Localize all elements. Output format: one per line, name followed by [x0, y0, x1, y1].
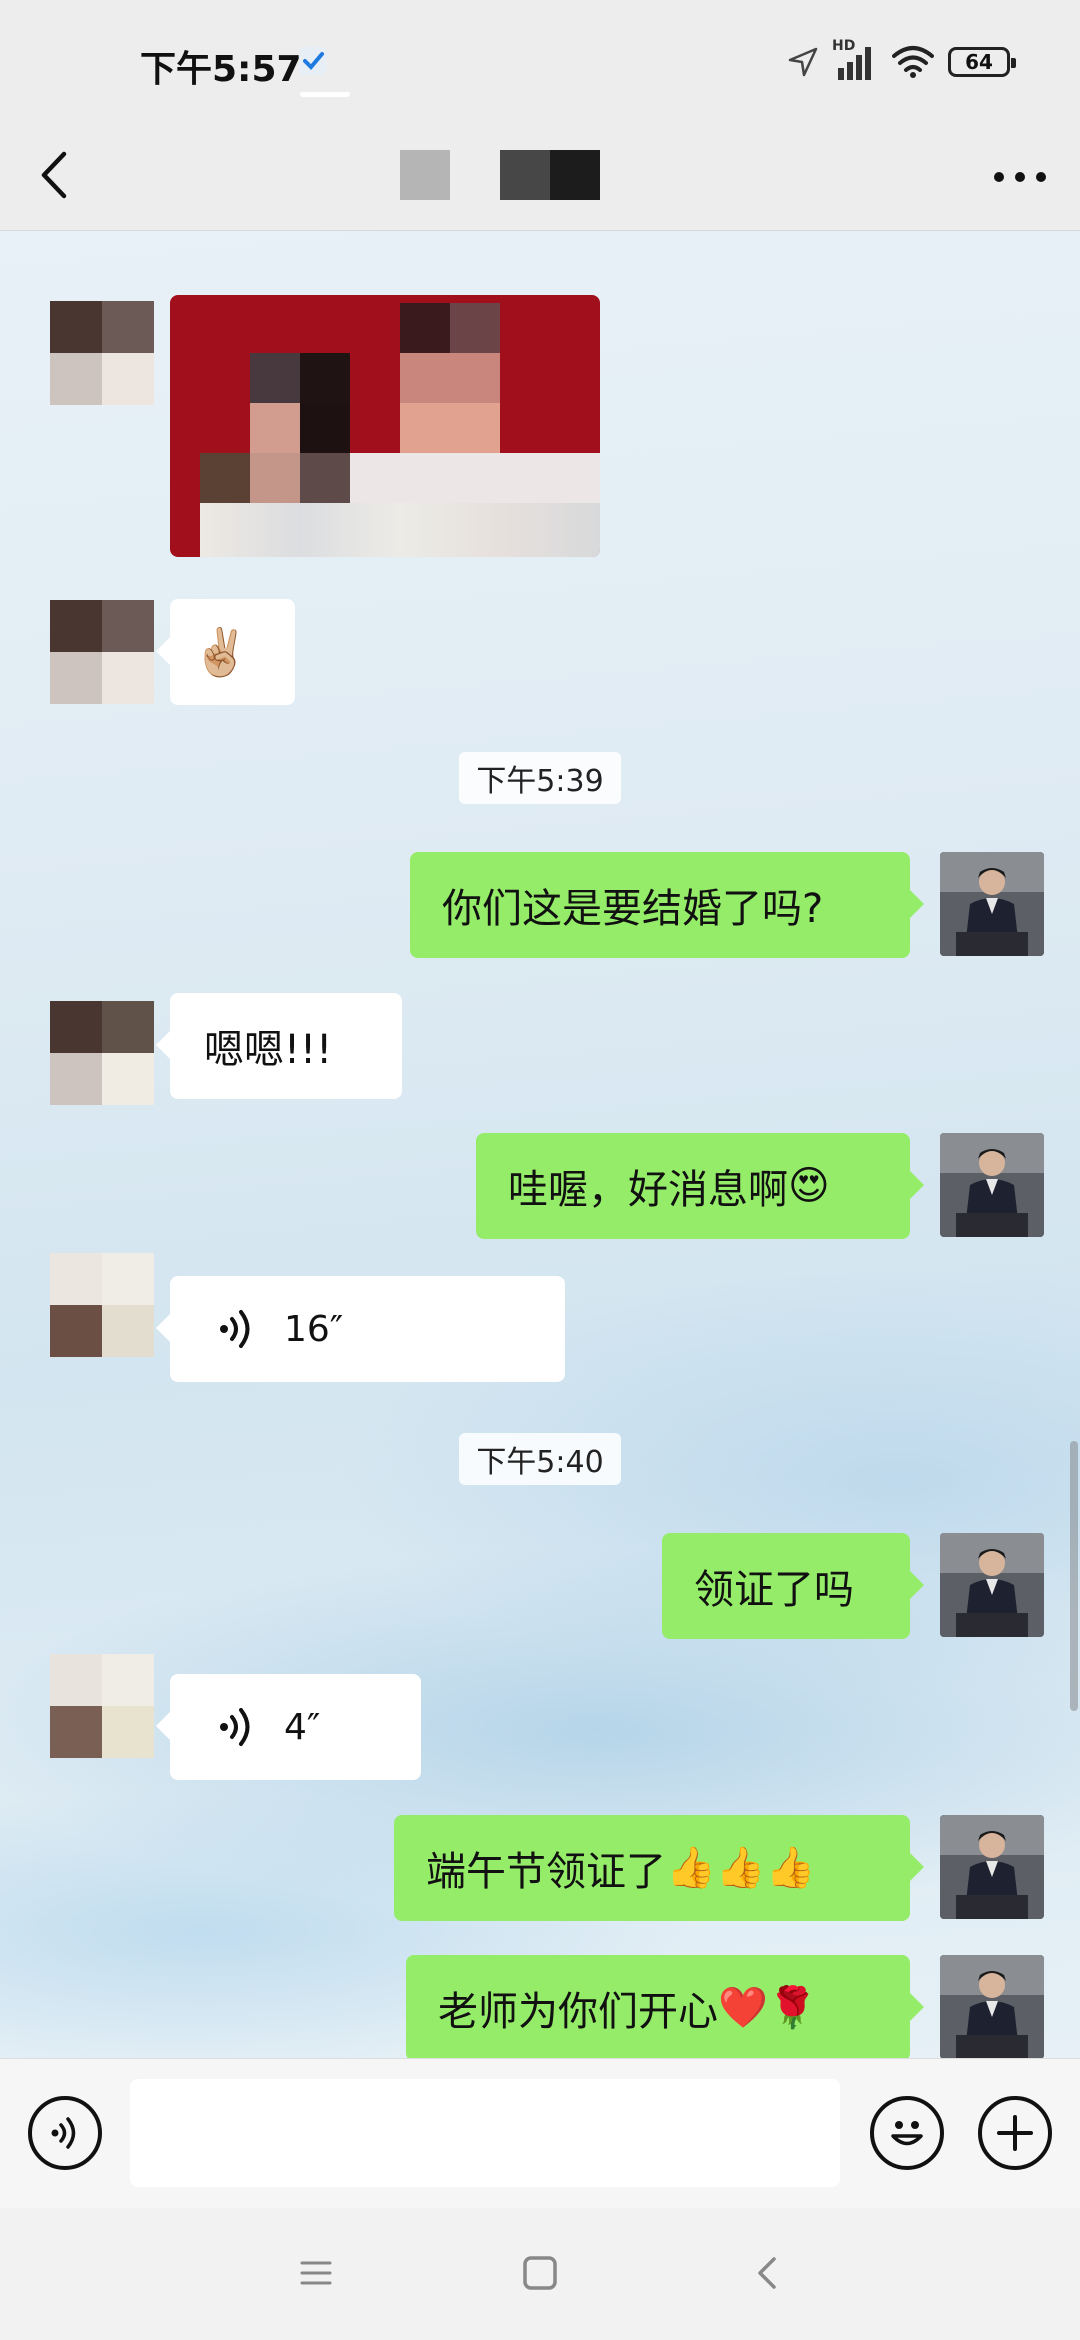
status-icons: HD 64 — [788, 38, 1016, 84]
voice-wave-icon — [220, 1708, 250, 1746]
voice-message[interactable]: 16″ — [156, 1276, 565, 1382]
status-bar: 下午5:57 HD 64 — [0, 0, 1080, 120]
contact-avatar[interactable] — [50, 301, 154, 405]
contact-avatar[interactable] — [50, 1001, 154, 1105]
sent-message[interactable]: 领证了吗 — [662, 1533, 924, 1639]
sent-message[interactable]: 老师为你们开心 ❤️🌹 — [406, 1955, 924, 2058]
home-icon — [523, 2256, 557, 2290]
emoji-text: ✌🏼 — [192, 625, 250, 679]
recent-apps-button[interactable] — [286, 2248, 346, 2298]
chat-header — [0, 120, 1080, 231]
voice-duration: 4″ — [284, 1706, 321, 1748]
plus-icon — [997, 2115, 1033, 2151]
verified-check-icon — [299, 47, 327, 75]
message-input[interactable] — [130, 2079, 840, 2187]
contact-avatar[interactable] — [50, 600, 154, 704]
menu-icon — [300, 2261, 332, 2285]
sent-message[interactable]: 端午节领证了 👍👍👍 — [394, 1815, 924, 1921]
back-icon — [758, 2257, 776, 2289]
image-message[interactable] — [170, 295, 600, 557]
battery-icon: 64 — [948, 47, 1016, 77]
person-photo — [940, 1815, 1044, 1919]
location-icon — [788, 47, 818, 77]
sent-message[interactable]: 哇喔，好消息啊 😍 — [476, 1133, 924, 1239]
message-text: 领证了吗 — [694, 1567, 854, 1613]
input-bar — [0, 2058, 1080, 2209]
my-avatar[interactable] — [940, 1815, 1044, 1919]
message-text: 嗯嗯!!! — [204, 1027, 333, 1073]
status-indicator — [300, 92, 350, 97]
wifi-icon — [892, 46, 934, 78]
message-text: 老师为你们开心 — [438, 1989, 718, 2035]
message-text: 你们这是要结婚了吗? — [442, 886, 824, 932]
plus-button[interactable] — [978, 2096, 1052, 2170]
home-button[interactable] — [510, 2248, 570, 2298]
voice-message[interactable]: 4″ — [156, 1674, 421, 1780]
message-text: 端午节领证了 — [426, 1849, 666, 1895]
my-avatar[interactable] — [940, 852, 1044, 956]
my-avatar[interactable] — [940, 1133, 1044, 1237]
chat-title — [400, 150, 600, 200]
more-options-icon[interactable] — [985, 152, 1055, 202]
emoji-heart-eyes: 😍 — [788, 1163, 830, 1209]
received-message[interactable]: 嗯嗯!!! — [156, 993, 402, 1099]
voice-input-button[interactable] — [28, 2096, 102, 2170]
timestamp-text: 下午5:39 — [476, 764, 604, 799]
contact-avatar[interactable] — [50, 1253, 154, 1357]
emoji-message[interactable]: ✌🏼 — [156, 599, 295, 705]
back-icon[interactable] — [30, 140, 80, 210]
emoji-heart-rose: ❤️🌹 — [718, 1985, 818, 2031]
sent-message[interactable]: 你们这是要结婚了吗? — [410, 852, 924, 958]
battery-level: 64 — [965, 50, 993, 74]
timestamp: 下午5:40 — [459, 1433, 621, 1485]
voice-duration: 16″ — [284, 1308, 344, 1350]
person-photo — [940, 1533, 1044, 1637]
timestamp: 下午5:39 — [459, 752, 621, 804]
system-nav-bar — [0, 2208, 1080, 2340]
emoji-thumbs-up: 👍👍👍 — [666, 1845, 816, 1891]
emoji-button[interactable] — [870, 2096, 944, 2170]
system-back-button[interactable] — [738, 2248, 798, 2298]
scrollbar[interactable] — [1070, 1441, 1078, 1711]
emoji-icon — [891, 2121, 923, 2146]
timestamp-text: 下午5:40 — [476, 1445, 604, 1480]
contact-avatar[interactable] — [50, 1654, 154, 1758]
person-photo — [940, 1133, 1044, 1237]
person-photo — [940, 1955, 1044, 2058]
chat-messages[interactable]: ✌🏼 下午5:39 你们这是要结婚了吗? 嗯嗯!!! 哇喔，好消息啊 😍 16″… — [0, 231, 1080, 2058]
my-avatar[interactable] — [940, 1955, 1044, 2058]
message-text: 哇喔，好消息啊 — [508, 1167, 788, 1213]
status-time: 下午5:57 — [140, 49, 302, 90]
voice-wave-icon — [220, 1310, 250, 1348]
voice-icon — [51, 2117, 76, 2149]
signal-icon: HD — [832, 38, 878, 82]
person-photo — [940, 852, 1044, 956]
my-avatar[interactable] — [940, 1533, 1044, 1637]
